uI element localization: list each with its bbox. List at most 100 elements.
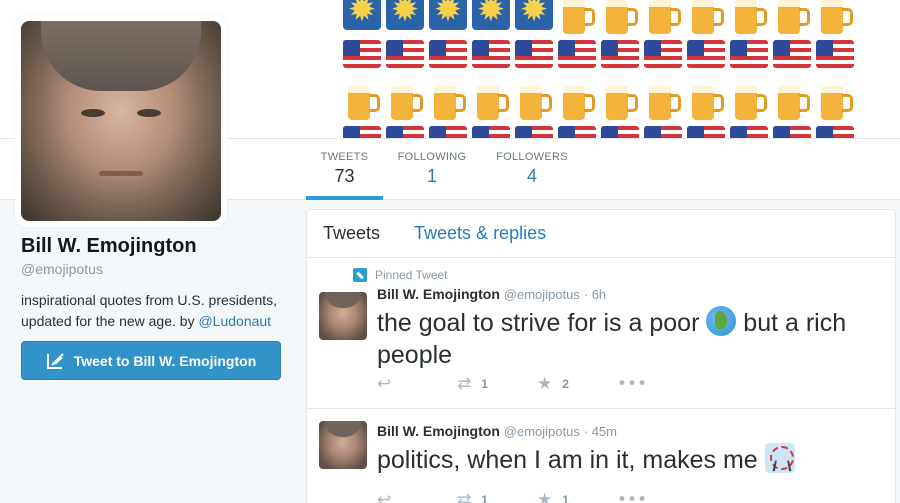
tab-tweets[interactable]: Tweets (323, 223, 380, 244)
tab-tweets-replies[interactable]: Tweets & replies (414, 223, 546, 244)
us-flag-emoji-icon (687, 126, 725, 138)
beer-mug-emoji-icon (687, 0, 725, 34)
beer-mug-emoji-icon (687, 78, 725, 120)
beer-mug-emoji-icon (558, 0, 596, 34)
us-flag-emoji-icon (601, 40, 639, 68)
ferris-wheel-icon (764, 443, 795, 473)
more-icon: ••• (617, 490, 648, 503)
us-flag-emoji-icon (429, 126, 467, 138)
retweet-button[interactable]: ⇄ 1 (457, 374, 537, 394)
us-flag-emoji-icon (515, 40, 553, 68)
tweet-timestamp[interactable]: · 6h (584, 287, 606, 302)
tweet-item[interactable]: Bill W. Emojington @emojipotus · 45m pol… (307, 409, 895, 503)
beer-mug-emoji-icon (472, 78, 510, 120)
tweet-author-handle[interactable]: @emojipotus (504, 287, 580, 302)
tweet-actions: ↩ ⇄ 1 ★ 2 ••• (377, 374, 647, 394)
us-flag-emoji-icon (386, 40, 424, 68)
favorite-button[interactable]: ★ 1 (537, 490, 617, 503)
compose-quill-icon (46, 352, 64, 369)
reply-button[interactable]: ↩ (377, 374, 457, 394)
us-flag-emoji-icon (558, 40, 596, 68)
us-flag-emoji-icon (429, 40, 467, 68)
beer-mug-emoji-icon (343, 78, 381, 120)
sun-emoji-icon (429, 0, 467, 30)
bio-link-ludonaut[interactable]: @Ludonaut (198, 313, 271, 329)
profile-name[interactable]: Bill W. Emojington (21, 235, 286, 258)
us-flag-emoji-icon (472, 126, 510, 138)
star-icon: ★ (537, 490, 553, 503)
profile-handle[interactable]: @emojipotus (21, 261, 286, 277)
us-flag-emoji-icon (515, 126, 553, 138)
profile-bio: inspirational quotes from U.S. president… (21, 290, 286, 332)
beer-mug-emoji-icon (730, 0, 768, 34)
nav-tweets-label: TWEETS (320, 151, 369, 163)
globe-icon (706, 306, 737, 336)
us-flag-emoji-icon (472, 40, 510, 68)
tweet-text: the goal to strive for is a poor but a r… (377, 306, 883, 371)
tweet-author-name[interactable]: Bill W. Emojington (377, 423, 500, 439)
nav-following-count: 1 (426, 166, 437, 186)
retweet-icon: ⇄ (457, 374, 472, 394)
profile-avatar (21, 21, 221, 221)
tweet-text: politics, when I am in it, makes me (377, 443, 883, 476)
sun-emoji-icon (343, 0, 381, 30)
beer-mug-emoji-icon (816, 0, 854, 34)
retweet-icon: ⇄ (457, 490, 472, 503)
reply-button[interactable]: ↩ (377, 490, 457, 503)
favorite-button[interactable]: ★ 2 (537, 374, 617, 394)
timeline-tabs: Tweets Tweets & replies (307, 210, 895, 258)
more-icon: ••• (617, 374, 648, 394)
beer-mug-emoji-icon (730, 78, 768, 120)
tweet-to-button[interactable]: Tweet to Bill W. Emojington (21, 341, 281, 380)
nav-following[interactable]: FOLLOWING 1 (392, 151, 472, 187)
sun-emoji-icon (472, 0, 510, 30)
beer-mug-emoji-icon (558, 78, 596, 120)
tweet-avatar[interactable] (319, 292, 367, 340)
us-flag-emoji-icon (343, 40, 381, 68)
tweet-item[interactable]: Pinned Tweet Bill W. Emojington @emojipo… (307, 258, 895, 409)
retweet-count: 1 (481, 377, 488, 391)
us-flag-emoji-icon (644, 40, 682, 68)
emoji-row (343, 121, 863, 138)
us-flag-emoji-icon (687, 40, 725, 68)
tweet-text-before: the goal to strive for is a poor (377, 309, 707, 337)
us-flag-emoji-icon (816, 40, 854, 68)
beer-mug-emoji-icon (644, 0, 682, 34)
tweet-author-name[interactable]: Bill W. Emojington (377, 286, 500, 302)
tweet-timestamp[interactable]: · 45m (584, 424, 617, 439)
nav-followers[interactable]: FOLLOWERS 4 (492, 151, 572, 187)
nav-following-label: FOLLOWING (397, 151, 467, 163)
beer-mug-emoji-icon (601, 78, 639, 120)
us-flag-emoji-icon (558, 126, 596, 138)
profile-avatar-frame[interactable] (15, 15, 227, 227)
us-flag-emoji-icon (773, 40, 811, 68)
us-flag-emoji-icon (816, 126, 854, 138)
us-flag-emoji-icon (343, 126, 381, 138)
more-button[interactable]: ••• (617, 374, 647, 394)
sun-emoji-icon (515, 0, 553, 30)
retweet-button[interactable]: ⇄ 1 (457, 490, 537, 503)
tweet-to-label: Tweet to Bill W. Emojington (73, 352, 257, 369)
tweet-header: Bill W. Emojington @emojipotus · 6h (377, 286, 883, 302)
emoji-row (343, 78, 863, 120)
nav-followers-count: 4 (526, 166, 537, 186)
pinned-label: Pinned Tweet (375, 268, 448, 282)
pinned-indicator: Pinned Tweet (353, 268, 883, 282)
beer-mug-emoji-icon (515, 78, 553, 120)
nav-tweets-count: 73 (334, 166, 355, 186)
us-flag-emoji-icon (601, 126, 639, 138)
emoji-banner-grid (343, 0, 863, 138)
reply-icon: ↩ (377, 374, 392, 394)
tweet-avatar[interactable] (319, 421, 367, 469)
nav-followers-label: FOLLOWERS (496, 151, 568, 163)
favorite-count: 2 (562, 377, 569, 391)
nav-tweets[interactable]: TWEETS 73 (306, 151, 383, 200)
beer-mug-emoji-icon (386, 78, 424, 120)
star-icon: ★ (537, 374, 553, 394)
beer-mug-emoji-icon (429, 78, 467, 120)
us-flag-emoji-icon (730, 126, 768, 138)
tweet-author-handle[interactable]: @emojipotus (504, 424, 580, 439)
more-button[interactable]: ••• (617, 490, 647, 503)
tweet-actions: ↩ ⇄ 1 ★ 1 ••• (377, 490, 647, 503)
us-flag-emoji-icon (644, 126, 682, 138)
